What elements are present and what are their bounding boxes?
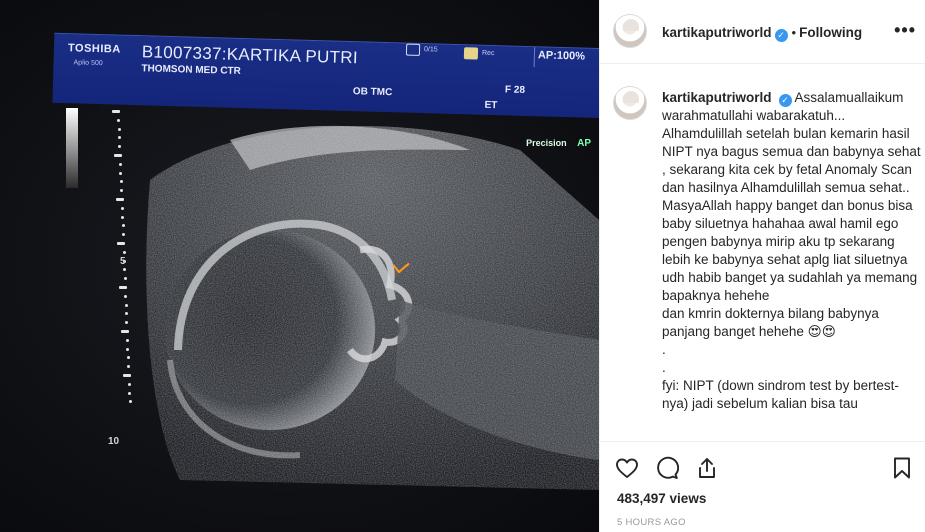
caption-text: Assalamuallaikum warahmatullahi wabaraka… [662,90,921,411]
caption-avatar[interactable] [613,86,647,120]
more-options-button[interactable]: ••• [894,21,916,39]
save-button[interactable] [890,456,918,484]
depth-tick [126,347,130,351]
depth-tick [118,145,122,149]
separator-dot: • [791,25,797,40]
grayscale-bar [66,108,78,188]
depth-tick [123,277,127,281]
depth-tick [119,171,123,175]
depth-tick [113,154,122,157]
depth-tick [121,215,125,219]
depth-tick [119,162,123,166]
post-media[interactable]: TOSHIBA Aplio 500 B1007337:KARTIKA PUTRI… [0,0,599,532]
following-button[interactable]: Following [799,25,862,40]
depth-tick [125,312,129,316]
depth-label-10: 10 [108,436,120,447]
post-header: kartikaputriworld ✓ • Following ••• [600,0,925,64]
depth-tick [126,338,130,342]
caption-username-link[interactable]: kartikaputriworld [662,90,772,105]
depth-tick [117,242,126,245]
heart-icon [616,458,638,478]
ap-label: AP [577,138,591,149]
action-bar: 483,497 views 5 HOURS AGO [600,441,925,532]
share-icon [699,458,715,478]
depth-tick [118,136,122,140]
depth-tick [112,110,120,113]
speech-bubble-icon [657,456,680,479]
depth-tick [121,224,125,228]
precision-label: Precision [526,138,567,148]
depth-tick [117,127,121,131]
comments-area[interactable]: kartikaputriworld ✓ Assalamuallaikum wara… [600,65,925,441]
depth-tick [121,233,125,237]
depth-scale [112,110,132,530]
share-button[interactable] [695,456,723,484]
depth-tick [122,250,126,254]
verified-badge-icon: ✓ [778,94,792,107]
depth-tick [124,303,128,307]
depth-tick [127,382,131,386]
depth-tick [127,365,131,369]
verified-badge-icon: ✓ [774,29,788,42]
depth-tick [128,400,132,404]
depth-tick [120,330,129,333]
header-username-link[interactable]: kartikaputriworld [662,25,772,40]
ultrasound-image [146,125,599,490]
post-sidebar: kartikaputriworld ✓ • Following ••• kartika… [599,0,925,532]
comment-button[interactable] [655,456,683,484]
depth-tick [125,321,129,325]
view-count[interactable]: 483,497 views [617,491,706,506]
bookmark-icon [894,457,910,479]
post-timestamp[interactable]: 5 HOURS AGO [617,517,686,528]
depth-tick [124,294,128,298]
depth-tick [122,374,131,377]
depth-tick [120,189,124,193]
depth-label-5: 5 [120,256,126,267]
avatar[interactable] [613,14,647,48]
depth-tick [117,118,121,122]
preset-labels: Precision AP [526,133,591,151]
depth-tick [123,268,127,272]
depth-tick [115,198,124,201]
depth-tick [119,286,127,289]
depth-tick [120,206,124,210]
like-button[interactable] [615,456,643,484]
post-caption: kartikaputriworld ✓ Assalamuallaikum wara… [662,89,922,413]
header-user: kartikaputriworld ✓ • Following [662,24,862,42]
depth-tick [128,391,132,395]
depth-tick [119,180,123,184]
depth-tick [126,356,130,360]
